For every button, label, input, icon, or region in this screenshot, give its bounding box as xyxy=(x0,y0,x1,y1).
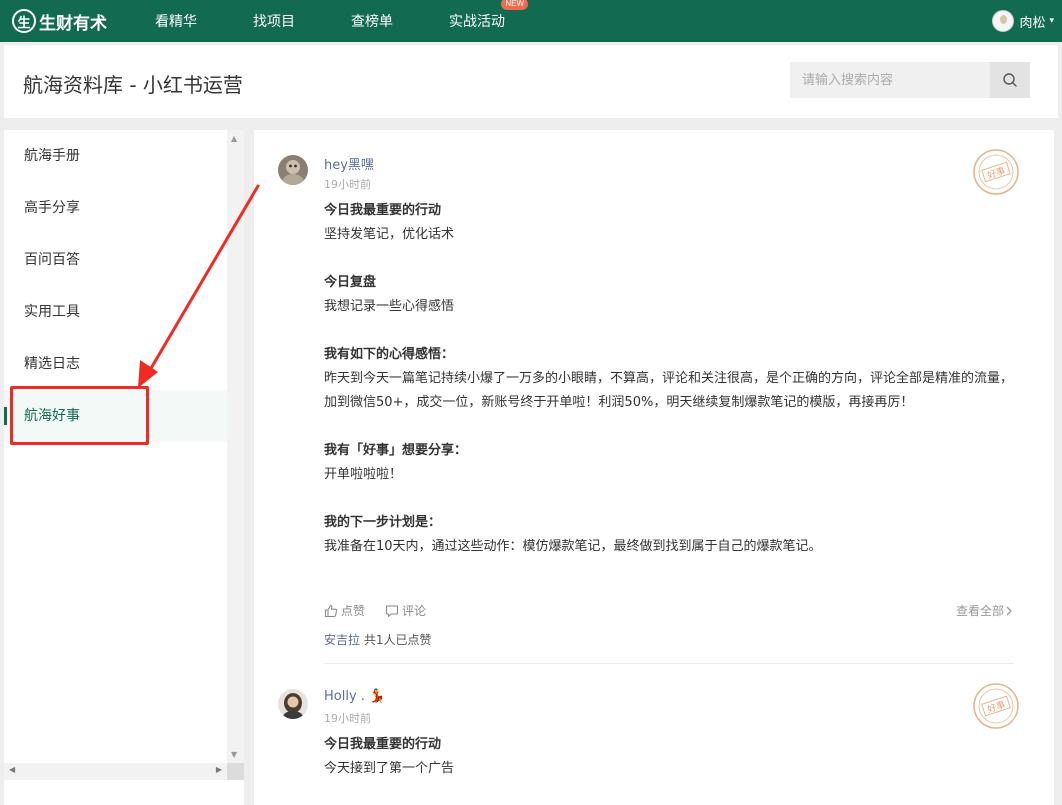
view-all-label: 查看全部 xyxy=(955,604,1004,618)
vertical-scrollbar[interactable]: ▲ ▼ xyxy=(227,130,244,763)
annotation-highlight-box xyxy=(10,386,149,445)
section-text: 坚持发笔记，优化话术 xyxy=(324,227,455,242)
sidebar-item-handbook[interactable]: 航海手册 xyxy=(4,130,227,182)
comment-icon xyxy=(385,604,399,617)
section-heading: 我的下一步计划是： xyxy=(324,515,442,530)
scroll-down-icon[interactable]: ▼ xyxy=(231,750,237,759)
nav-item-projects[interactable]: 找项目 xyxy=(253,11,295,31)
section-heading: 今日复盘 xyxy=(324,275,377,290)
sidebar-item-qa[interactable]: 百问百答 xyxy=(4,234,227,286)
nav-item-rankings[interactable]: 查榜单 xyxy=(351,11,393,31)
post-card: hey黑嘿 19小时前 好事 今日我最重要的行动 坚持发笔记，优化话术 今日复盘… xyxy=(278,149,1019,662)
page-header: 航海资料库 - 小红书运营 xyxy=(4,45,1058,118)
search-box xyxy=(790,62,1030,98)
sidebar-item-daily-log[interactable]: 精选日志 xyxy=(4,338,227,390)
horizontal-scrollbar[interactable]: ◀ ▶ xyxy=(4,763,227,780)
chevron-down-icon: ▾ xyxy=(1049,16,1054,26)
sidebar: 航海手册 高手分享 百问百答 实用工具 精选日志 航海好事 ▲ ▼ ◀ ▶ xyxy=(4,130,244,805)
good-news-stamp-icon: 好事 xyxy=(973,149,1019,195)
user-menu[interactable]: 肉松 ▾ xyxy=(992,0,1054,42)
comment-label: 评论 xyxy=(402,604,427,618)
post-author[interactable]: hey黑嘿 xyxy=(324,154,374,173)
comment-button[interactable]: 评论 xyxy=(385,602,426,619)
section-heading: 今日我最重要的行动 xyxy=(324,203,442,218)
section-text: 开单啦啦啦！ xyxy=(324,467,403,482)
sidebar-list: 航海手册 高手分享 百问百答 实用工具 精选日志 航海好事 xyxy=(4,130,227,763)
section-text: 今天接到了第一个广告 xyxy=(324,761,455,776)
section-heading: 我有「好事」想要分享： xyxy=(324,443,468,458)
scroll-left-icon[interactable]: ◀ xyxy=(9,765,15,774)
likes-count-text: 共1人已点赞 xyxy=(363,633,432,647)
nav-item-activities[interactable]: 实战活动 NEW xyxy=(449,0,528,31)
user-name: 肉松 xyxy=(1019,15,1046,31)
post-author[interactable]: Holly . 💃 xyxy=(324,689,385,704)
post-actions: 点赞 评论 xyxy=(324,602,446,619)
post-time: 19小时前 xyxy=(324,712,371,725)
site-logo[interactable]: 生 生财有术 xyxy=(12,0,107,42)
logo-text: 生财有术 xyxy=(39,13,107,34)
logo-mark-icon: 生 xyxy=(12,9,36,33)
liker-name[interactable]: 安吉拉 xyxy=(324,633,360,647)
avatar[interactable] xyxy=(278,155,308,185)
search-button[interactable] xyxy=(990,62,1030,98)
post-card: Holly . 💃 19小时前 好事 今日我最重要的行动 今天接到了第一个广告 xyxy=(278,683,1019,805)
section-heading: 我有如下的心得感悟： xyxy=(324,347,455,362)
sidebar-item-tools[interactable]: 实用工具 xyxy=(4,286,227,338)
scroll-up-icon[interactable]: ▲ xyxy=(231,134,237,143)
view-all-link[interactable]: 查看全部 xyxy=(956,602,1014,619)
sidebar-item-expert-share[interactable]: 高手分享 xyxy=(4,182,227,234)
post-divider xyxy=(324,663,1014,664)
good-news-stamp-icon: 好事 xyxy=(973,683,1019,729)
post-content: 今日我最重要的行动 坚持发笔记，优化话术 今日复盘 我想记录一些心得感悟 我有如… xyxy=(324,199,1014,559)
post-content: 今日我最重要的行动 今天接到了第一个广告 xyxy=(324,733,1014,781)
like-label: 点赞 xyxy=(341,604,366,618)
search-icon xyxy=(1003,73,1017,87)
new-badge: NEW xyxy=(501,0,528,10)
avatar[interactable] xyxy=(278,689,308,719)
post-time: 19小时前 xyxy=(324,178,371,191)
section-text: 昨天到今天一篇笔记持续小爆了一万多的小眼睛，不算高，评论和关注很高，是个正确的方… xyxy=(324,371,1014,410)
top-navigation-bar: 生 生财有术 看精华 找项目 查榜单 实战活动 NEW 肉松 ▾ xyxy=(0,0,1062,42)
section-heading: 今日我最重要的行动 xyxy=(324,737,442,752)
page-title: 航海资料库 - 小红书运营 xyxy=(23,73,243,97)
nav-item-activities-label: 实战活动 xyxy=(449,14,505,30)
user-avatar xyxy=(992,10,1015,32)
likes-summary: 安吉拉 共1人已点赞 xyxy=(324,631,431,648)
search-input[interactable] xyxy=(790,62,990,98)
nav-item-essence[interactable]: 看精华 xyxy=(155,11,197,31)
post-feed: hey黑嘿 19小时前 好事 今日我最重要的行动 坚持发笔记，优化话术 今日复盘… xyxy=(254,130,1054,805)
chevron-right-icon xyxy=(1006,606,1012,615)
post-author-name: Holly . xyxy=(324,689,365,704)
author-emoji: 💃 xyxy=(369,689,386,704)
section-text: 我想记录一些心得感悟 xyxy=(324,299,455,314)
scrollbar-corner xyxy=(227,763,244,780)
thumbs-up-icon xyxy=(324,604,338,617)
section-text: 我准备在10天内，通过这些动作：模仿爆款笔记，最终做到找到属于自己的爆款笔记。 xyxy=(324,539,822,554)
like-button[interactable]: 点赞 xyxy=(324,602,365,619)
main-nav: 看精华 找项目 查榜单 实战活动 NEW xyxy=(155,0,561,42)
scroll-right-icon[interactable]: ▶ xyxy=(216,765,222,774)
